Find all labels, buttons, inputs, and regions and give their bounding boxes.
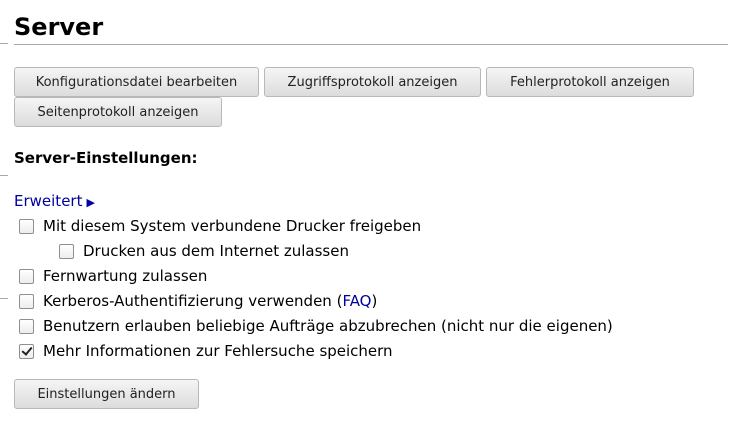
cancel-any-jobs-option[interactable]: Benutzern erlauben beliebige Aufträge ab…: [19, 316, 613, 336]
cancel-any-jobs-checkbox[interactable]: [19, 318, 34, 334]
debug-logging-label: Mehr Informationen zur Fehlersuche speic…: [43, 342, 393, 360]
share-printers-option[interactable]: Mit diesem System verbundene Drucker fre…: [19, 216, 421, 236]
page-title: Server: [14, 13, 104, 41]
advanced-label: Erweitert: [14, 192, 83, 210]
faq-link[interactable]: FAQ: [342, 292, 371, 310]
remote-admin-label: Fernwartung zulassen: [43, 267, 208, 285]
kerberos-label: Kerberos-Authentifizierung verwenden (FA…: [43, 291, 377, 311]
margin-tick: [0, 43, 8, 44]
triangle-right-icon: ▶: [86, 196, 95, 209]
change-settings-button[interactable]: Einstellungen ändern: [14, 379, 199, 409]
kerberos-option[interactable]: Kerberos-Authentifizierung verwenden (FA…: [19, 291, 377, 311]
page-log-button[interactable]: Seitenprotokoll anzeigen: [14, 97, 222, 127]
access-log-button[interactable]: Zugriffsprotokoll anzeigen: [264, 67, 481, 97]
margin-tick: [0, 298, 8, 299]
margin-tick: [0, 175, 8, 176]
debug-logging-checkbox[interactable]: [19, 343, 34, 359]
kerberos-label-close: ): [371, 292, 378, 310]
server-page: Server Konfigurationsdatei bearbeiten Zu…: [0, 0, 734, 446]
share-printers-checkbox[interactable]: [19, 218, 34, 234]
edit-config-button[interactable]: Konfigurationsdatei bearbeiten: [14, 67, 259, 97]
advanced-toggle-link[interactable]: Erweitert ▶: [14, 191, 95, 213]
server-settings-heading: Server-Einstellungen:: [14, 149, 198, 167]
kerberos-label-text: Kerberos-Authentifizierung verwenden (: [43, 292, 343, 310]
cancel-any-jobs-label: Benutzern erlauben beliebige Aufträge ab…: [43, 317, 613, 335]
title-divider: [14, 44, 728, 45]
internet-printing-label: Drucken aus dem Internet zulassen: [83, 242, 349, 260]
remote-admin-option[interactable]: Fernwartung zulassen: [19, 266, 207, 286]
debug-logging-option[interactable]: Mehr Informationen zur Fehlersuche speic…: [19, 341, 393, 361]
kerberos-checkbox[interactable]: [19, 293, 34, 309]
remote-admin-checkbox[interactable]: [19, 268, 34, 284]
share-printers-label: Mit diesem System verbundene Drucker fre…: [43, 217, 422, 235]
internet-printing-checkbox[interactable]: [59, 243, 74, 259]
internet-printing-option[interactable]: Drucken aus dem Internet zulassen: [59, 241, 349, 261]
error-log-button[interactable]: Fehlerprotokoll anzeigen: [486, 67, 694, 97]
